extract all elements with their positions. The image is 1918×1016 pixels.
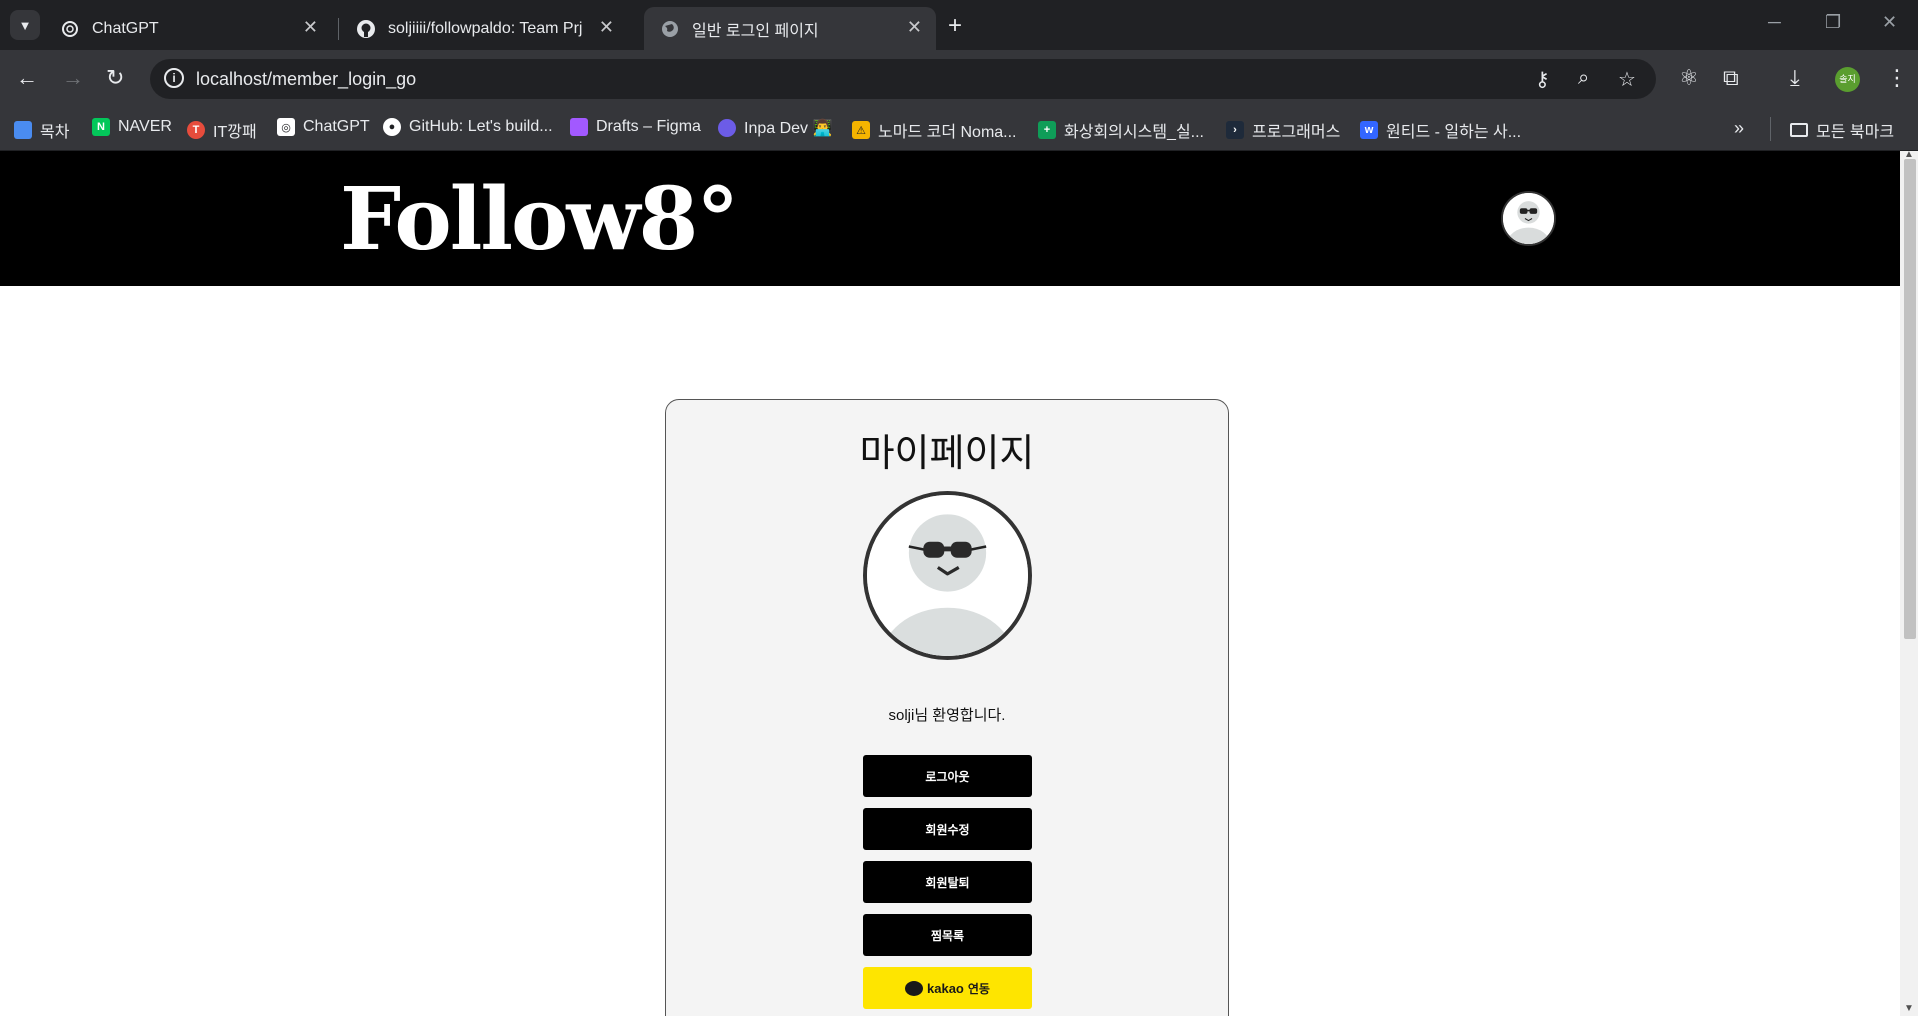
bookmark-item[interactable]: › 프로그래머스 — [1226, 118, 1340, 142]
star-icon[interactable]: ☆ — [1618, 67, 1636, 92]
tab-search-button[interactable]: ▼ — [10, 10, 40, 40]
bookmark-label: ChatGPT — [303, 118, 370, 135]
profile-avatar — [863, 491, 1032, 660]
figma-icon — [570, 118, 588, 136]
github-icon — [356, 19, 376, 39]
bookmark-label: NAVER — [118, 118, 172, 135]
header-profile-avatar[interactable] — [1501, 191, 1556, 246]
wanted-icon: w — [1360, 121, 1378, 139]
bookmark-item[interactable]: 목차 — [14, 118, 69, 142]
restore-icon[interactable]: ❐ — [1825, 12, 1841, 33]
bookmark-label: GitHub: Let's build... — [409, 118, 553, 135]
more-bookmarks-icon[interactable]: » — [1734, 118, 1744, 139]
chatgpt-icon — [60, 19, 80, 39]
reload-icon[interactable]: ↻ — [106, 65, 124, 91]
chatgpt-icon: ◎ — [277, 118, 295, 136]
github-icon: ● — [383, 118, 401, 136]
bookmark-item[interactable]: Inpa Dev 👨‍💻 — [718, 118, 832, 138]
logout-button[interactable]: 로그아웃 — [863, 755, 1032, 797]
bookmark-label: Drafts – Figma — [596, 118, 701, 135]
bookmark-item[interactable]: + 화상회의시스템_실... — [1038, 118, 1204, 142]
tab-title: ChatGPT — [92, 19, 159, 37]
programmers-icon: › — [1226, 121, 1244, 139]
address-bar[interactable]: i localhost/member_login_go ⚷ ⌕ ☆ — [150, 59, 1656, 99]
window-close-icon[interactable]: ✕ — [1882, 12, 1897, 33]
forward-icon[interactable]: → — [62, 65, 84, 91]
scroll-down-icon[interactable]: ▼ — [1904, 1003, 1914, 1014]
bookmark-label: 노마드 코더 Noma... — [878, 124, 1017, 141]
tab-strip: ▼ ChatGPT ✕ soljiiii/followpaldo: Team P… — [0, 0, 1918, 50]
bookmark-item[interactable]: ● GitHub: Let's build... — [383, 118, 553, 136]
bookmark-label: IT깡패 — [213, 124, 257, 141]
inpa-icon — [718, 119, 736, 137]
close-icon[interactable]: ✕ — [907, 17, 922, 38]
bookmark-divider — [1770, 117, 1771, 141]
download-icon[interactable]: ⤓ — [1790, 65, 1800, 91]
kakao-link-label: 연동 — [967, 981, 990, 996]
edit-member-button[interactable]: 회원수정 — [863, 808, 1032, 850]
back-icon[interactable]: ← — [16, 65, 38, 91]
bookmark-favicon-icon — [14, 121, 32, 139]
welcome-message: solji님 환영합니다. — [888, 707, 1006, 724]
folder-icon — [1790, 123, 1808, 137]
close-icon[interactable]: ✕ — [303, 17, 318, 38]
zoom-icon[interactable]: ⌕ — [1578, 67, 1589, 90]
globe-icon — [660, 19, 680, 39]
nomad-coder-icon: ⚠ — [852, 121, 870, 139]
mypage-card: 마이페이지 solji님 환영합니다. 로그아웃 회원수정 회원탈퇴 찜목록 k… — [665, 399, 1229, 1016]
chevron-down-icon: ▼ — [18, 17, 32, 33]
site-logo[interactable]: Follow8° — [340, 169, 739, 270]
new-tab-button[interactable]: + — [948, 12, 962, 40]
naver-icon: N — [92, 118, 110, 136]
page-title: 마이페이지 — [859, 431, 1035, 475]
wishlist-button[interactable]: 찜목록 — [863, 914, 1032, 956]
bookmark-label: Inpa Dev 👨‍💻 — [744, 120, 833, 137]
page-viewport: Follow8° 마이페이지 solji님 환영합니다. 로그아웃 회원수정 회… — [0, 151, 1900, 1016]
site-header: Follow8° — [0, 151, 1900, 286]
tab-divider — [338, 18, 339, 40]
menu-icon[interactable]: ⋮ — [1886, 65, 1908, 91]
tab-title: soljiiii/followpaldo: Team Prj 1 — [388, 19, 588, 37]
bookmark-label: 프로그래머스 — [1252, 124, 1341, 141]
tab-title: 일반 로그인 페이지 — [692, 22, 819, 40]
page-scrollbar[interactable]: ▲ ▼ — [1900, 149, 1918, 1016]
scroll-thumb[interactable] — [1904, 159, 1916, 639]
sheets-icon: + — [1038, 121, 1056, 139]
kakao-brand-label: kakao — [927, 980, 964, 996]
bookmark-label: 목차 — [40, 124, 70, 141]
profile-avatar[interactable]: 솔지 — [1835, 67, 1860, 92]
all-bookmarks-label: 모든 북마크 — [1816, 124, 1895, 141]
bookmark-item[interactable]: T IT깡패 — [187, 118, 257, 142]
bookmark-item[interactable]: ◎ ChatGPT — [277, 118, 370, 136]
bookmark-label: 원티드 - 일하는 사... — [1386, 124, 1522, 141]
minimize-icon[interactable]: ─ — [1768, 12, 1781, 33]
bookmark-item[interactable]: Drafts – Figma — [570, 118, 701, 136]
avatar-icon — [1503, 193, 1554, 244]
close-icon[interactable]: ✕ — [599, 17, 614, 38]
react-devtools-icon[interactable]: ⚛ — [1679, 65, 1699, 91]
tab-github[interactable]: soljiiii/followpaldo: Team Prj 1 ✕ — [340, 7, 628, 50]
all-bookmarks-folder[interactable]: 모든 북마크 — [1790, 118, 1894, 142]
bookmark-label: 화상회의시스템_실... — [1064, 124, 1204, 141]
bookmarks-bar: 목차 N NAVER T IT깡패 ◎ ChatGPT ● GitHub: Le… — [0, 108, 1918, 151]
avatar-icon — [867, 495, 1028, 656]
kakao-link-button[interactable]: kakao 연동 — [863, 967, 1032, 1009]
site-info-icon[interactable]: i — [164, 68, 184, 88]
tab-chatgpt[interactable]: ChatGPT ✕ — [44, 7, 332, 50]
browser-toolbar: ← → ↻ i localhost/member_login_go ⚷ ⌕ ☆ … — [0, 50, 1918, 108]
bookmark-item[interactable]: N NAVER — [92, 118, 172, 136]
key-icon[interactable]: ⚷ — [1535, 67, 1550, 92]
url-text[interactable]: localhost/member_login_go — [196, 69, 416, 90]
bookmark-item[interactable]: w 원티드 - 일하는 사... — [1360, 118, 1521, 142]
tab-login-page[interactable]: 일반 로그인 페이지 ✕ — [644, 7, 936, 50]
speech-bubble-icon — [905, 980, 924, 996]
withdraw-button[interactable]: 회원탈퇴 — [863, 861, 1032, 903]
extensions-icon[interactable]: ⧉ — [1723, 65, 1739, 91]
itgangpae-icon: T — [187, 121, 205, 139]
bookmark-item[interactable]: ⚠ 노마드 코더 Noma... — [852, 118, 1017, 142]
